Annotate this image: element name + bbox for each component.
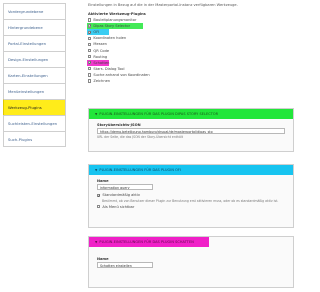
fieldset-title: PLUGIN-EINSTELLUNGEN FÜR DAS PLUGIN OFI: [99, 168, 182, 172]
checkbox[interactable]: [88, 60, 92, 66]
fieldset-body: Storyübersichts-JSON https://demo.beteil…: [89, 119, 293, 143]
fieldset-ofi: ▼ PLUGIN-EINSTELLUNGEN FÜR DAS PLUGIN OF…: [88, 164, 294, 228]
sidebar-item-portal-einstellungen[interactable]: Portal-Einstellungen: [3, 35, 66, 51]
sidebar-item-such-plugins[interactable]: Such-Plugins: [3, 131, 66, 147]
sidebar-item-hintergrundebene[interactable]: Hintergrundebene: [3, 19, 66, 35]
checkbox-label: Standardmäßig aktiv: [102, 193, 140, 198]
fieldset-header-dipas[interactable]: ▼ PLUGIN-EINSTELLUNGEN FÜR DAS PLUGIN DI…: [89, 109, 293, 119]
story-json-url-input[interactable]: https://demo.beteiligung.hamburg/drupal/…: [97, 128, 285, 135]
embed-checkbox-row[interactable]: Als Menü sichtbar: [97, 203, 285, 209]
checkbox[interactable]: [88, 42, 92, 47]
checkbox[interactable]: [88, 73, 92, 77]
sidebar-item-design-einstellungen[interactable]: Design-Einstellungen: [3, 51, 66, 67]
checkbox[interactable]: [88, 18, 92, 22]
collapse-triangle-icon: ▼: [95, 240, 98, 244]
sidebar-item-werkzeug-plugins[interactable]: Werkzeug-Plugins: [3, 99, 66, 115]
checkbox[interactable]: [97, 204, 101, 209]
intro-text: Einstellungen in Bezug auf die in der Ma…: [88, 3, 238, 7]
fieldset-body: Name information query Standardmäßig akt…: [89, 175, 293, 214]
checkbox-label: Als Menü sichtbar: [102, 204, 135, 209]
checkbox-label: Routing: [93, 54, 108, 59]
checkbox-label: Schatten: [93, 60, 110, 65]
fieldset-body: Name Schatten einstellen: [89, 247, 293, 272]
collapse-triangle-icon: ▼: [95, 112, 98, 116]
checkbox[interactable]: [88, 79, 92, 83]
field-description: URL der Seite, die das JSON der Story-Üb…: [97, 135, 183, 140]
fieldset-title: PLUGIN-EINSTELLUNGEN FÜR DAS PLUGIN SCHA…: [99, 240, 194, 244]
sidebar-item-vordergrundebene[interactable]: Vordergrundebene: [3, 3, 66, 19]
sidebar-item-menueeinstellungen[interactable]: Menüeinstellungen: [3, 83, 66, 99]
checkbox[interactable]: [88, 23, 92, 29]
fieldset-title: PLUGIN-EINSTELLUNGEN FÜR DAS PLUGIN DIPA…: [99, 112, 219, 116]
checkbox-label: Koordinaten holen: [93, 36, 127, 41]
sidebar-item-karten-einstellungen[interactable]: Karten-Einstellungen: [3, 67, 66, 83]
checkbox[interactable]: [88, 48, 92, 53]
checkbox-label: Stars. Dialog Tool: [93, 66, 125, 71]
checkbox[interactable]: [97, 193, 101, 198]
checkbox-label: QR Code: [93, 48, 110, 53]
sidebar-item-suchleisten-einstellungen[interactable]: Suchleisten-Einstellungen: [3, 115, 66, 131]
checkbox-label: Zeichnen: [93, 78, 111, 83]
checkbox[interactable]: [88, 36, 92, 41]
default-active-checkbox-row[interactable]: Standardmäßig aktiv: [97, 192, 285, 198]
fieldset-header-schatten[interactable]: ▼ PLUGIN-EINSTELLUNGEN FÜR DAS PLUGIN SC…: [89, 237, 209, 247]
fieldset-header-ofi[interactable]: ▼ PLUGIN-EINSTELLUNGEN FÜR DAS PLUGIN OF…: [89, 165, 293, 175]
fieldset-schatten: ▼ PLUGIN-EINSTELLUNGEN FÜR DAS PLUGIN SC…: [88, 236, 294, 288]
checkbox[interactable]: [88, 67, 92, 71]
fieldset-dipas-story-selector: ▼ PLUGIN-EINSTELLUNGEN FÜR DAS PLUGIN DI…: [88, 108, 294, 152]
checkbox-label: Messen: [93, 42, 107, 47]
checkbox-label: Bauleitplanungsmonitor: [93, 18, 137, 23]
ofi-name-input[interactable]: information query: [97, 184, 153, 191]
plugin-checkbox-row[interactable]: Zeichnen: [88, 78, 294, 84]
checkbox[interactable]: [88, 54, 92, 59]
sidebar-nav: Vordergrundebene Hintergrundebene Portal…: [3, 3, 66, 147]
main-content: Einstellungen in Bezug auf die in der Ma…: [87, 3, 294, 84]
checkbox-label: Suche anhand von Koordinaten: [93, 72, 150, 77]
checkbox-label: OFI: [93, 30, 100, 35]
checkbox-label: Dipas Story Selector: [93, 24, 131, 29]
schatten-name-input[interactable]: Schatten einstellen: [97, 262, 153, 269]
collapse-triangle-icon: ▼: [95, 168, 98, 172]
checkbox[interactable]: [88, 29, 92, 35]
